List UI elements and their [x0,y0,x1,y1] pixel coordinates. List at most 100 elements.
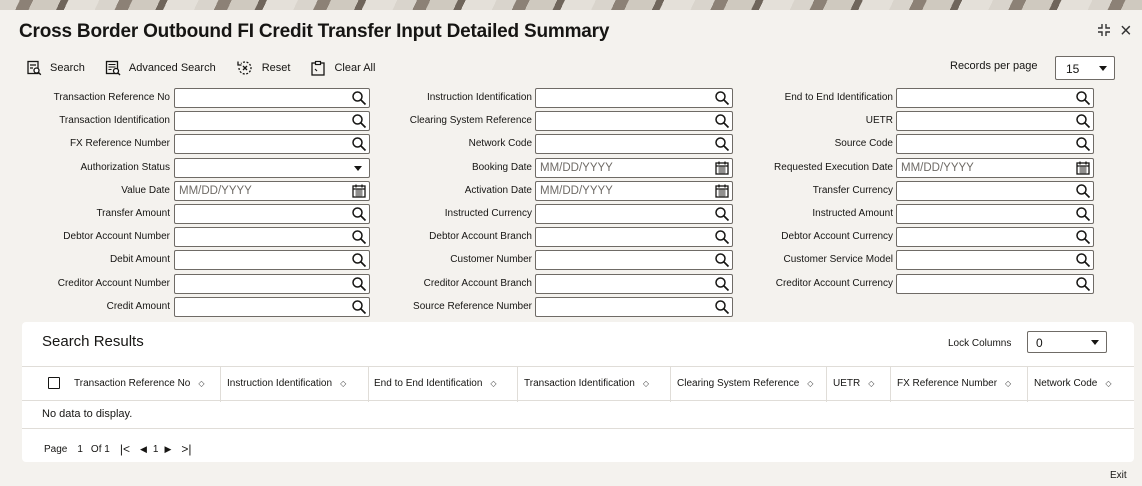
activation-date-input[interactable]: MM/DD/YYYY [535,180,733,202]
column-header-uetr[interactable]: UETR ◇ [833,378,874,389]
customer-service-model-input[interactable] [896,250,1094,271]
debtor-account-branch-input[interactable] [535,227,733,248]
search-icon[interactable] [351,206,367,225]
transaction-reference-no-input[interactable] [174,88,370,108]
search-icon[interactable] [1075,229,1091,248]
calendar-icon[interactable] [714,160,730,179]
instructed-amount-label: Instructed Amount [812,208,893,219]
first-page-icon[interactable]: |< [120,442,130,456]
creditor-account-currency-input[interactable] [896,273,1094,295]
search-icon[interactable] [1075,136,1091,155]
search-icon[interactable] [1075,276,1091,295]
current-page: 1 [152,443,159,455]
customer-service-model-label: Customer Service Model [783,254,893,266]
close-icon[interactable]: × [1120,20,1132,43]
authorization-status-label: Authorization Status [80,161,171,173]
end-to-end-identification-label: End to End Identification [784,92,893,103]
debtor-account-currency-input[interactable] [896,227,1094,248]
search-icon[interactable] [714,206,730,225]
uetr-input[interactable] [896,111,1094,132]
column-header-fx-reference-number[interactable]: FX Reference Number ◇ [897,378,1011,389]
requested-execution-date-input[interactable]: MM/DD/YYYY [896,157,1094,179]
sort-icon[interactable]: ◇ [643,379,649,388]
advanced-search-button[interactable]: Advanced Search [105,60,216,76]
reset-label: Reset [261,62,291,74]
search-icon[interactable] [714,113,730,132]
search-icon[interactable] [714,252,730,271]
instructed-currency-input[interactable] [535,204,733,224]
authorization-status-select[interactable] [174,157,370,178]
records-per-page-select[interactable]: 15 [1055,56,1115,80]
reset-button[interactable]: Reset [236,60,291,76]
column-header-network-code[interactable]: Network Code ◇ [1034,378,1112,389]
column-header-transaction-reference-no[interactable]: Transaction Reference No ◇ [74,378,205,389]
credit-amount-input[interactable] [174,296,370,318]
search-icon[interactable] [1075,206,1091,225]
column-header-instruction-identification[interactable]: Instruction Identification ◇ [227,378,346,389]
sort-icon[interactable]: ◇ [1005,379,1011,388]
search-icon[interactable] [1075,90,1091,109]
search-icon[interactable] [714,276,730,295]
sort-icon[interactable]: ◇ [1105,379,1111,388]
transfer-currency-input[interactable] [896,180,1094,202]
search-icon[interactable] [351,113,367,132]
search-icon[interactable] [351,90,367,109]
search-icon[interactable] [351,299,367,318]
column-header-clearing-system-reference[interactable]: Clearing System Reference ◇ [677,378,813,389]
sort-icon[interactable]: ◇ [868,379,874,388]
search-icon[interactable] [351,136,367,155]
search-icon[interactable] [351,252,367,271]
creditor-account-branch-input[interactable] [535,273,733,295]
calendar-icon[interactable] [714,183,730,202]
prev-page-icon[interactable]: ◀ [140,444,147,455]
instruction-identification-input[interactable] [535,88,733,108]
transaction-identification-input[interactable] [174,111,370,132]
fx-reference-number-input[interactable] [174,134,370,155]
debit-amount-input[interactable] [174,250,370,271]
source-code-label: Source Code [834,138,893,150]
search-icon[interactable] [1075,183,1091,202]
search-icon[interactable] [351,229,367,248]
column-divider [1027,367,1028,402]
lock-columns-select[interactable]: 0 [1027,331,1107,353]
calendar-icon[interactable] [1075,160,1091,179]
next-page-icon[interactable]: ▶ [164,444,171,455]
network-code-label: Network Code [468,138,532,150]
expand-icon[interactable] [1096,22,1112,43]
sort-icon[interactable]: ◇ [340,379,346,388]
debtor-account-number-input[interactable] [174,227,370,248]
instructed-amount-input[interactable] [896,204,1094,224]
creditor-account-number-input[interactable] [174,273,370,295]
end-to-end-identification-input[interactable] [896,88,1094,108]
network-code-input[interactable] [535,134,733,155]
customer-number-input[interactable] [535,250,733,271]
calendar-icon[interactable] [351,183,367,202]
sort-icon[interactable]: ◇ [198,379,204,388]
column-header-end-to-end-identification[interactable]: End to End Identification ◇ [374,378,497,389]
source-code-input[interactable] [896,134,1094,155]
search-icon[interactable] [714,229,730,248]
search-icon[interactable] [351,276,367,295]
search-icon[interactable] [1075,252,1091,271]
column-header-transaction-identification[interactable]: Transaction Identification ◇ [524,378,649,389]
chevron-down-icon [354,165,362,171]
search-icon[interactable] [1075,113,1091,132]
transfer-amount-input[interactable] [174,204,370,224]
search-button[interactable]: Search [26,60,85,76]
search-icon[interactable] [714,136,730,155]
booking-date-input[interactable]: MM/DD/YYYY [535,157,733,179]
sort-icon[interactable]: ◇ [490,379,496,388]
exit-button[interactable]: Exit [1110,470,1127,481]
transaction-reference-no-label: Transaction Reference No [53,92,170,103]
page-number-input[interactable]: 1 [77,444,83,455]
sort-icon[interactable]: ◇ [807,379,813,388]
value-date-input[interactable]: MM/DD/YYYY [174,180,370,202]
last-page-icon[interactable]: >| [181,442,191,456]
advanced-search-label: Advanced Search [128,62,216,74]
clear-all-button[interactable]: Clear All [310,60,375,76]
source-reference-number-input[interactable] [535,296,733,318]
search-icon[interactable] [714,299,730,318]
clearing-system-reference-input[interactable] [535,111,733,132]
search-icon[interactable] [714,90,730,109]
select-all-checkbox[interactable] [48,377,60,389]
